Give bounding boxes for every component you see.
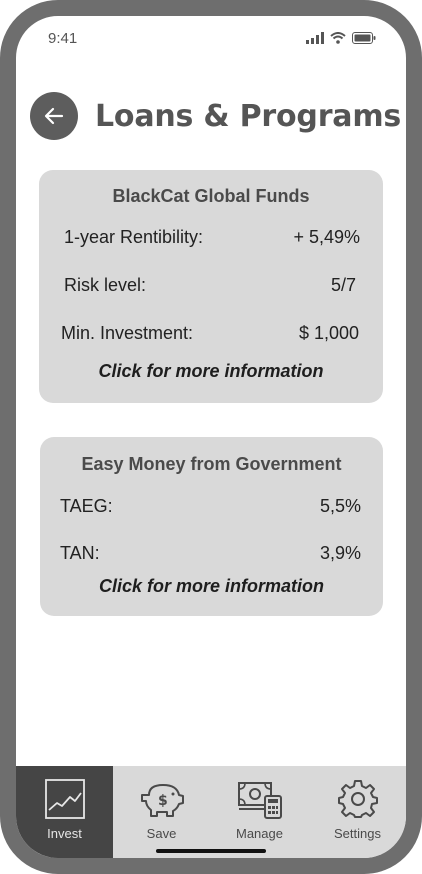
row-value: 3,9% bbox=[319, 543, 361, 563]
row-label: TAEG: bbox=[60, 496, 113, 516]
status-time: 9:41 bbox=[48, 30, 78, 47]
card-title: Easy Money from Government bbox=[81, 454, 342, 474]
status-icons bbox=[306, 32, 376, 44]
row-value: 5,5% bbox=[319, 496, 361, 516]
program-card-easy-money[interactable]: Easy Money from Government TAEG: 5,5% TA… bbox=[40, 437, 383, 616]
arrow-left-icon bbox=[44, 107, 64, 125]
wifi-icon bbox=[330, 32, 346, 44]
back-button[interactable] bbox=[30, 92, 78, 140]
row-value: $ 1,000 bbox=[298, 323, 359, 343]
program-card-blackcat[interactable]: BlackCat Global Funds 1-year Rentibility… bbox=[39, 170, 383, 403]
row-value: + 5,49% bbox=[293, 227, 360, 247]
tab-manage[interactable]: Manage bbox=[211, 766, 308, 858]
row-label: TAN: bbox=[60, 543, 100, 563]
piggy-bank-icon: $ bbox=[140, 784, 184, 817]
home-indicator[interactable] bbox=[156, 849, 266, 853]
tab-label: Save bbox=[146, 826, 177, 841]
tab-bar: Invest $ Save Manage Settings bbox=[16, 766, 406, 858]
signal-icon bbox=[306, 32, 324, 44]
gear-icon bbox=[337, 780, 378, 818]
battery-icon bbox=[352, 32, 376, 44]
tab-label: Invest bbox=[47, 826, 82, 841]
card-title: BlackCat Global Funds bbox=[112, 186, 310, 206]
tab-label: Manage bbox=[236, 826, 283, 841]
more-info-link[interactable]: Click for more information bbox=[39, 361, 383, 382]
row-label: Risk level: bbox=[64, 275, 147, 295]
tab-invest[interactable]: Invest bbox=[16, 766, 113, 858]
svg-text:$: $ bbox=[158, 793, 168, 809]
tab-settings[interactable]: Settings bbox=[309, 766, 406, 858]
chart-icon bbox=[44, 779, 85, 819]
tab-save[interactable]: $ Save bbox=[113, 766, 210, 858]
row-label: 1-year Rentibility: bbox=[64, 227, 204, 247]
row-value: 5/7 bbox=[330, 275, 356, 295]
tab-label: Settings bbox=[334, 826, 381, 841]
status-bar: 9:41 bbox=[16, 16, 406, 60]
more-info-link[interactable]: Click for more information bbox=[40, 576, 383, 597]
phone-frame: 9:41 Loans & Programs BlackCat Global Fu… bbox=[0, 0, 422, 874]
page-header: Loans & Programs bbox=[30, 92, 401, 140]
page-title: Loans & Programs bbox=[95, 98, 402, 134]
money-calculator-icon bbox=[237, 782, 282, 819]
row-label: Min. Investment: bbox=[61, 323, 194, 343]
